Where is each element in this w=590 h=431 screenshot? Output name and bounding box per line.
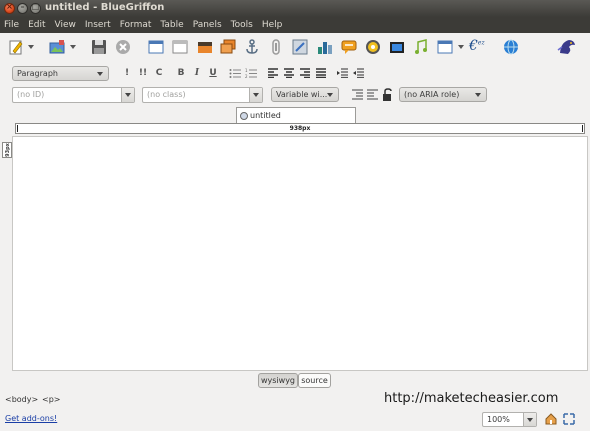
main-panel: €ez Paragraph ! !! C B I U 1 2 (no ID) (… [0, 33, 590, 431]
align-center-icon[interactable] [284, 68, 294, 78]
watermark-text: http://maketecheasier.com [384, 391, 559, 406]
griffon-logo-icon[interactable] [557, 37, 577, 57]
document-icon [240, 112, 248, 120]
save-icon[interactable] [91, 39, 107, 55]
horizontal-ruler: 938px [15, 123, 585, 134]
document-tab[interactable]: untitled [236, 107, 356, 124]
align-justify-icon[interactable] [316, 68, 326, 78]
cd-icon[interactable] [365, 39, 381, 55]
lock-icon[interactable] [382, 88, 394, 101]
breadcrumb-body[interactable]: <body> [5, 395, 38, 404]
vertical-ruler-label: 93px [4, 143, 11, 157]
text-wrap-icon[interactable] [352, 89, 363, 100]
ruler-width-label: 938px [289, 125, 311, 132]
class-field[interactable]: (no class) [142, 87, 263, 103]
minimize-icon: – [20, 2, 25, 11]
open-image-icon[interactable] [49, 39, 65, 55]
globe-icon[interactable] [503, 39, 519, 55]
id-dropdown-button[interactable] [121, 88, 134, 102]
outdent-icon[interactable] [353, 68, 364, 78]
indent-icon[interactable] [337, 68, 348, 78]
chevron-down-icon [97, 72, 103, 76]
close-window-button[interactable]: × [4, 2, 15, 14]
stop-icon[interactable] [115, 39, 131, 55]
get-addons-link[interactable]: Get add-ons! [5, 414, 57, 423]
minimize-window-button[interactable]: – [17, 2, 28, 14]
table-dropdown-arrow[interactable] [458, 45, 464, 49]
table-icon[interactable] [437, 39, 453, 55]
new-dropdown-arrow[interactable] [28, 45, 34, 49]
menu-edit[interactable]: Edit [28, 20, 45, 30]
home-icon[interactable] [545, 413, 557, 425]
text-direction-icon[interactable] [367, 89, 378, 100]
underline-button[interactable]: U [207, 68, 219, 78]
bullet-list-icon[interactable] [229, 68, 241, 79]
menu-table[interactable]: Table [160, 20, 183, 30]
source-mode-button[interactable]: source [298, 373, 331, 388]
align-right-icon[interactable] [300, 68, 310, 78]
strong-emphasis-button[interactable]: !! [137, 68, 149, 78]
status-bar: Get add-ons! 100% [0, 409, 590, 431]
breadcrumb-p[interactable]: <p> [42, 395, 60, 404]
link-icon[interactable] [268, 39, 284, 55]
zoom-value: 100% [487, 415, 510, 424]
menu-tools[interactable]: Tools [231, 20, 253, 30]
audio-icon[interactable] [413, 39, 429, 55]
title-bar: × – □ untitled - BlueGriffon [0, 0, 590, 17]
id-field[interactable]: (no ID) [12, 87, 135, 103]
open-dropdown-arrow[interactable] [70, 45, 76, 49]
images-icon[interactable] [220, 39, 236, 55]
image-icon[interactable] [197, 39, 213, 55]
form-icon[interactable] [292, 39, 308, 55]
class-dropdown-button[interactable] [249, 88, 262, 102]
paragraph-format-select[interactable]: Paragraph [12, 66, 109, 81]
paragraph-format-value: Paragraph [17, 69, 58, 78]
chevron-down-icon [327, 93, 333, 97]
menu-help[interactable]: Help [262, 20, 283, 30]
menu-bar: File Edit View Insert Format Table Panel… [0, 17, 590, 33]
class-field-placeholder: (no class) [147, 90, 186, 99]
menu-panels[interactable]: Panels [193, 20, 222, 30]
euro-superscript: ez [477, 39, 485, 47]
numbered-list-icon[interactable]: 1 2 [245, 68, 257, 79]
close-icon: × [6, 2, 13, 11]
zoom-select[interactable]: 100% [482, 412, 537, 427]
window-title: untitled - BlueGriffon [45, 2, 165, 13]
document-tab-label: untitled [250, 111, 281, 120]
chevron-down-icon [475, 93, 481, 97]
zoom-dropdown-button[interactable] [523, 413, 536, 426]
menu-format[interactable]: Format [120, 20, 152, 30]
aria-role-select[interactable]: (no ARIA role) [399, 87, 487, 102]
comment-icon[interactable] [341, 39, 357, 55]
menu-view[interactable]: View [55, 20, 76, 30]
italic-button[interactable]: I [191, 68, 203, 78]
editor-area[interactable] [12, 136, 588, 371]
layout-icon[interactable] [148, 39, 164, 55]
main-toolbar: €ez [0, 33, 590, 61]
maximize-window-button[interactable]: □ [30, 2, 41, 14]
chart-icon[interactable] [317, 39, 333, 55]
id-field-placeholder: (no ID) [17, 90, 45, 99]
new-document-icon[interactable] [8, 39, 24, 55]
window-icon[interactable] [172, 39, 188, 55]
anchor-icon[interactable] [244, 39, 260, 55]
menu-file[interactable]: File [4, 20, 19, 30]
euro-icon[interactable]: €ez [469, 38, 485, 54]
aria-role-value: (no ARIA role) [404, 90, 460, 99]
svg-text:1: 1 [245, 68, 248, 73]
maximize-icon: □ [31, 2, 40, 11]
fullscreen-icon[interactable] [563, 413, 575, 425]
emphasis-button[interactable]: ! [121, 68, 133, 78]
align-left-icon[interactable] [268, 68, 278, 78]
vertical-ruler: 93px [2, 142, 12, 158]
menu-insert[interactable]: Insert [85, 20, 111, 30]
code-button[interactable]: C [153, 68, 165, 78]
width-select-value: Variable wi... [276, 90, 328, 99]
width-select[interactable]: Variable wi... [271, 87, 339, 102]
bold-button[interactable]: B [175, 68, 187, 78]
svg-text:2: 2 [245, 74, 248, 79]
wysiwyg-mode-button[interactable]: wysiwyg [258, 373, 298, 388]
video-icon[interactable] [389, 39, 405, 55]
